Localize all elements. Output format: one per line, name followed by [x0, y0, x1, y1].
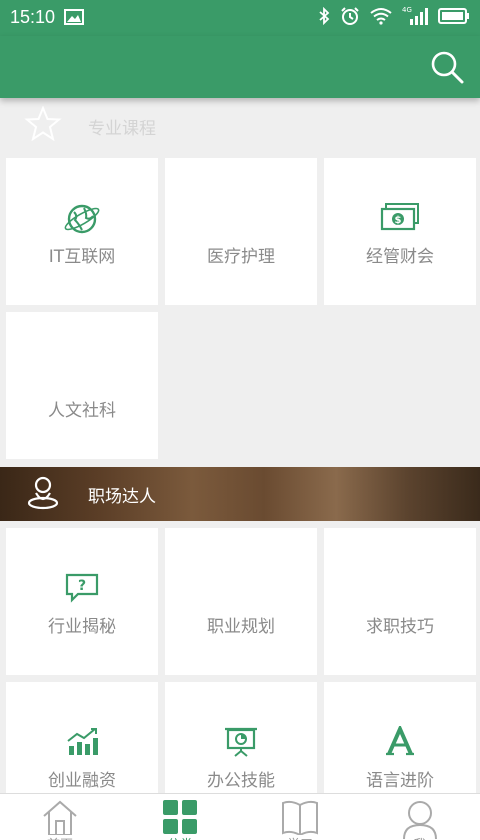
course-tile-finance[interactable]: $ 经管财会: [324, 158, 476, 305]
app-bar: [0, 36, 480, 98]
career-tile-jobhunt[interactable]: 求职技巧: [324, 528, 476, 675]
bar-chart-icon: [67, 728, 98, 755]
nav-label: 我: [360, 834, 480, 840]
network-type: 4G: [402, 6, 412, 14]
money-icon: $: [380, 203, 419, 231]
question-bubble-icon: ?: [65, 573, 99, 603]
home-icon: [43, 800, 77, 835]
tile-label: 办公技能: [207, 771, 275, 791]
wifi-icon: [370, 8, 392, 25]
nav-item-me[interactable]: 我: [360, 794, 480, 840]
tile-label: 创业融资: [48, 771, 116, 791]
nav-item-study[interactable]: 学习: [240, 794, 360, 840]
tile-label: 人文社科: [48, 401, 116, 421]
nav-label: 分类: [120, 834, 240, 840]
svg-text:?: ?: [78, 578, 86, 594]
presentation-icon: [225, 727, 257, 757]
tile-label: 行业揭秘: [48, 617, 116, 637]
star-icon: [24, 106, 62, 142]
image-notification-icon: [64, 9, 84, 25]
nav-label: 首页: [0, 834, 120, 840]
course-tile-it[interactable]: IT互联网: [6, 158, 158, 305]
person-location-icon: [27, 476, 59, 510]
tile-label: 语言进阶: [366, 771, 434, 791]
tile-label: 经管财会: [366, 247, 434, 267]
tile-label: 医疗护理: [207, 247, 275, 267]
section-title: 职场达人: [88, 487, 156, 507]
battery-icon: [438, 8, 469, 24]
status-bar: 15:10 4G: [0, 0, 480, 36]
nav-label: 学习: [240, 834, 360, 840]
person-icon: [403, 801, 437, 839]
status-time: 15:10: [10, 7, 56, 27]
tile-label: 求职技巧: [366, 617, 434, 637]
book-icon: [282, 800, 318, 835]
section-header-career: 职场达人: [0, 467, 480, 521]
alarm-icon: [341, 7, 359, 25]
letter-a-icon: [386, 726, 414, 756]
career-tile-industry[interactable]: ? 行业揭秘: [6, 528, 158, 675]
tile-label: IT互联网: [48, 247, 116, 267]
signal-icon: 4G: [402, 6, 428, 26]
course-tile-humanities[interactable]: 人文社科: [6, 312, 158, 459]
svg-text:$: $: [395, 215, 402, 226]
globe-icon: [64, 204, 100, 234]
career-tile-planning[interactable]: 职业规划: [165, 528, 317, 675]
tile-label: 职业规划: [207, 617, 275, 637]
nav-item-category[interactable]: 分类: [120, 794, 240, 840]
section-title: 专业课程: [88, 119, 156, 139]
course-tile-medical[interactable]: 医疗护理: [165, 158, 317, 305]
search-icon[interactable]: [430, 50, 464, 84]
bluetooth-icon: [319, 7, 330, 25]
status-icons: 4G: [318, 6, 470, 26]
nav-item-home[interactable]: 首页: [0, 794, 120, 840]
bottom-nav: 首页 分类 学习 我: [0, 793, 480, 840]
grid-icon: [163, 800, 197, 834]
section-header-courses: 专业课程: [0, 98, 480, 152]
